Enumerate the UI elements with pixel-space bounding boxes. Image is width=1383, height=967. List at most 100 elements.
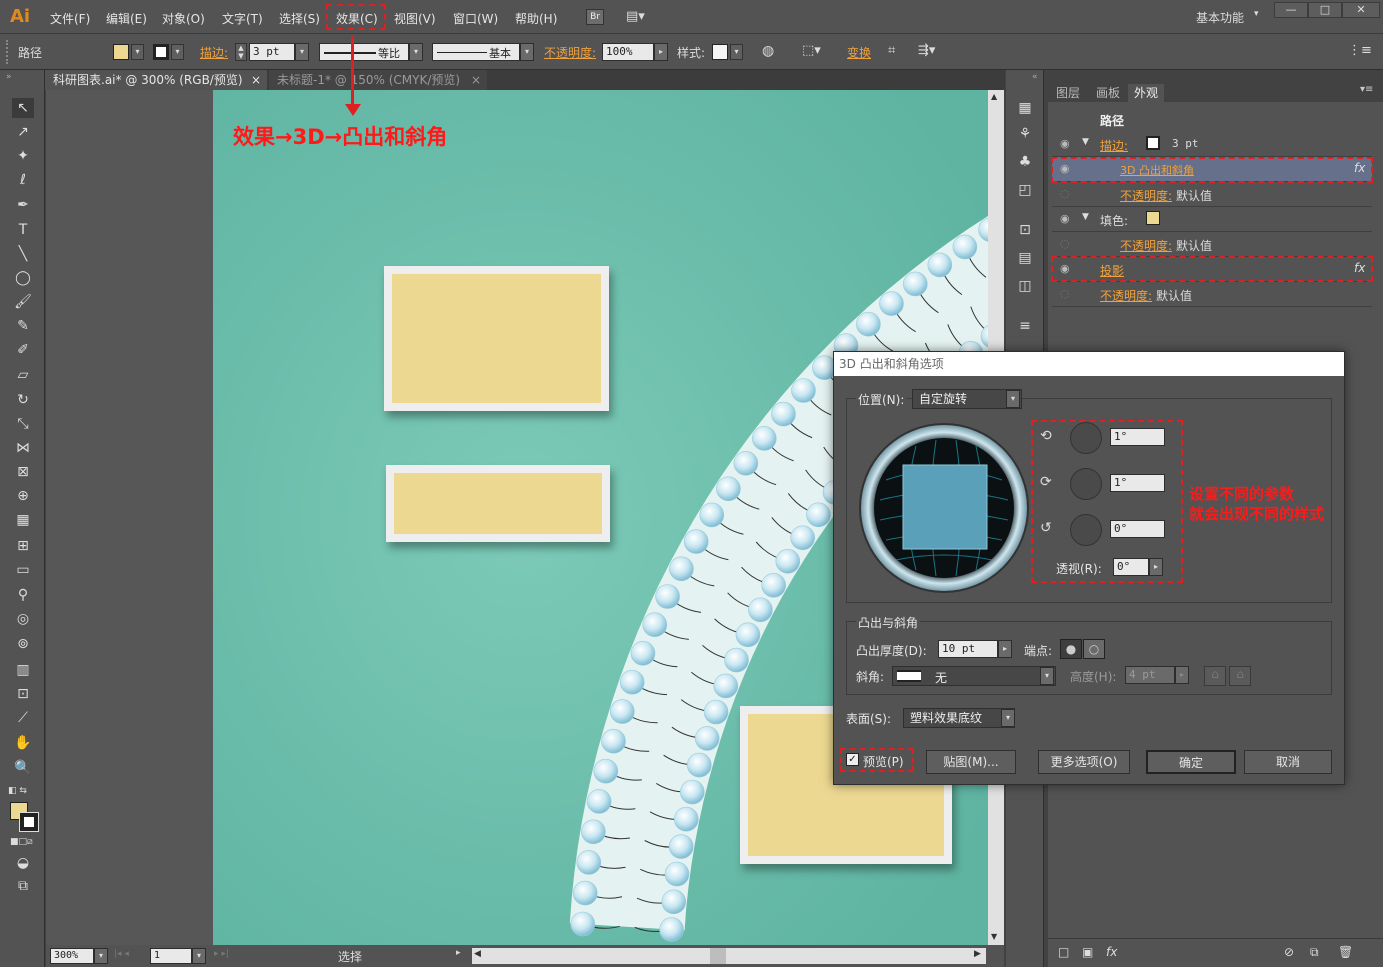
menu-edit[interactable]: 编辑(E) [106,10,147,27]
z-rotation-input[interactable]: 0° [1110,520,1165,538]
transform-panel-icon[interactable]: ⊡ [1014,220,1036,240]
rotation-cube-track[interactable] [856,420,1032,596]
stroke-weight-dropdown[interactable]: ▾ [295,43,309,61]
opacity-row-label[interactable]: 不透明度: [1120,187,1172,204]
menu-object[interactable]: 对象(O) [162,10,205,27]
zoom-tool-icon[interactable]: 🔍 [12,758,34,778]
swatches-panel-icon[interactable]: ▦ [1014,98,1036,118]
appearance-row-stroke[interactable]: ◉ ▼ 描边: 3 pt [1052,132,1372,157]
screen-mode-icon[interactable]: ⧉ [12,876,34,896]
scroll-thumb[interactable] [710,948,726,964]
menu-help[interactable]: 帮助(H) [515,10,557,27]
tab-close-icon[interactable]: × [251,70,261,90]
perspective-grid-tool-icon[interactable]: ▦ [12,510,34,530]
menu-effect[interactable]: 效果(C) [336,10,378,27]
style-dropdown-icon[interactable]: ▾ [730,44,743,60]
brush-dropdown[interactable]: ▾ [520,43,534,61]
stroke-row-swatch[interactable] [1146,136,1160,150]
stroke-dropdown-icon[interactable]: ▾ [171,44,184,60]
visibility-eye-icon[interactable]: ◉ [1060,212,1070,225]
pathfinder-panel-icon[interactable]: ◫ [1014,276,1036,296]
y-rotation-dial[interactable] [1070,468,1102,500]
visibility-eye-icon[interactable]: ◌ [1060,187,1070,200]
stroke-label[interactable]: 描边: [200,44,228,61]
menu-select[interactable]: 选择(S) [279,10,320,27]
opacity-row-label[interactable]: 不透明度: [1100,287,1152,304]
align-options-icon[interactable]: ⬚▾ [802,43,821,58]
menu-type[interactable]: 文字(T) [222,10,263,27]
column-graph-tool-icon[interactable]: ▥ [12,660,34,680]
status-menu-icon[interactable]: ▸ [456,948,461,958]
extrude-depth-input[interactable]: 10 pt [938,640,998,658]
recolor-artwork-icon[interactable]: ◍ [762,43,774,59]
stroke-stepper[interactable]: ▲ ▼ [235,43,247,61]
brush-definition[interactable]: 基本 [432,43,520,61]
magic-wand-tool-icon[interactable]: ✦ [12,146,34,166]
profile-dropdown[interactable]: ▾ [409,43,423,61]
arrange-documents-icon[interactable]: ▤▾ [626,9,652,25]
tab-document-2[interactable]: 未标题-1* @ 150% (CMYK/预览) × [269,70,487,90]
hand-tool-icon[interactable]: ✋ [12,733,34,753]
preview-checkbox[interactable]: ✓ [846,753,859,766]
align-panel-icon[interactable]: ▤ [1014,248,1036,268]
stroke-color-box[interactable] [19,812,39,832]
add-fill-icon[interactable]: ▣ [1082,945,1093,959]
blob-brush-tool-icon[interactable]: ✐ [12,340,34,360]
tab-layers[interactable]: 图层 [1050,84,1086,102]
transform-link[interactable]: 变换 [847,44,871,61]
fill-swatch[interactable] [113,44,129,60]
close-window-button[interactable]: ✕ [1342,2,1380,18]
maximize-button[interactable]: □ [1308,2,1342,18]
free-transform-tool-icon[interactable]: ⊠ [12,462,34,482]
workspace-dropdown-icon[interactable]: ▾ [1254,9,1259,19]
eyedropper-tool-icon[interactable]: ⚲ [12,585,34,605]
graphic-styles-panel-icon[interactable]: ◰ [1014,180,1036,200]
perspective-input[interactable]: 0° [1113,558,1149,576]
tab-artboards[interactable]: 画板 [1090,84,1126,102]
scroll-right-icon[interactable]: ▶ [974,949,981,959]
mesh-tool-icon[interactable]: ⊞ [12,536,34,556]
shape-builder-tool-icon[interactable]: ⊕ [12,486,34,506]
yellow-card-1[interactable] [384,266,609,411]
draw-mode-icon[interactable]: ◒ [12,853,34,873]
extrude-depth-slider-icon[interactable]: ▸ [998,640,1012,658]
slice-tool-icon[interactable]: ⟋ [12,708,34,728]
surface-dropdown-icon[interactable]: ▾ [1001,709,1015,727]
bevel-out-icon[interactable]: ⌂ [1204,666,1226,686]
yellow-card-2[interactable] [386,465,610,542]
selection-tool-icon[interactable]: ↖ [12,98,34,118]
tab-appearance[interactable]: 外观 [1128,84,1165,102]
ellipse-tool-icon[interactable]: ◯ [12,268,34,288]
horizontal-scrollbar[interactable]: ◀ ▶ [472,948,986,964]
line-tool-icon[interactable]: ╲ [12,244,34,264]
appearance-row-opacity-1[interactable]: ◌ 不透明度: 默认值 [1052,182,1372,207]
stroke-swatch[interactable] [153,44,169,60]
workspace-switcher[interactable]: 基本功能 [1196,9,1244,26]
x-rotation-input[interactable]: 1° [1110,428,1165,446]
cancel-button[interactable]: 取消 [1244,750,1332,774]
artboard-tool-icon[interactable]: ⊡ [12,684,34,704]
opacity-input[interactable]: 100% [602,43,654,61]
zoom-dropdown[interactable]: ▾ [94,948,108,964]
artboard-nav-last-icon[interactable]: ▸ ▸| [214,949,229,959]
collapse-tools-icon[interactable]: » [6,72,12,82]
tab-document-1[interactable]: 科研图表.ai* @ 300% (RGB/预览) × [45,70,267,90]
color-mode-icons[interactable]: ■□⧄ [10,837,33,847]
surface-select[interactable]: 塑料效果底纹 [903,708,1015,728]
pencil-tool-icon[interactable]: ✎ [12,316,34,336]
isolate-icon[interactable]: ⌗ [888,43,895,58]
brushes-panel-icon[interactable]: ⚘ [1014,124,1036,144]
trash-icon[interactable]: 🗑 [1338,945,1353,959]
width-tool-icon[interactable]: ⋈ [12,438,34,458]
stroke-row-label[interactable]: 描边: [1100,137,1128,154]
fill-row-label[interactable]: 填色: [1100,212,1128,229]
position-dropdown-icon[interactable]: ▾ [1006,390,1020,408]
x-rotation-dial[interactable] [1070,422,1102,454]
add-stroke-icon[interactable]: □ [1058,945,1069,959]
menu-view[interactable]: 视图(V) [394,10,436,27]
scroll-down-icon[interactable]: ▼ [991,932,997,941]
stroke-panel-icon[interactable]: ≡ [1014,316,1036,336]
lasso-tool-icon[interactable]: ℓ [12,170,34,190]
appearance-row-opacity-3[interactable]: ◌ 不透明度: 默认值 [1052,282,1372,307]
cap-on-icon[interactable]: ● [1060,639,1082,659]
